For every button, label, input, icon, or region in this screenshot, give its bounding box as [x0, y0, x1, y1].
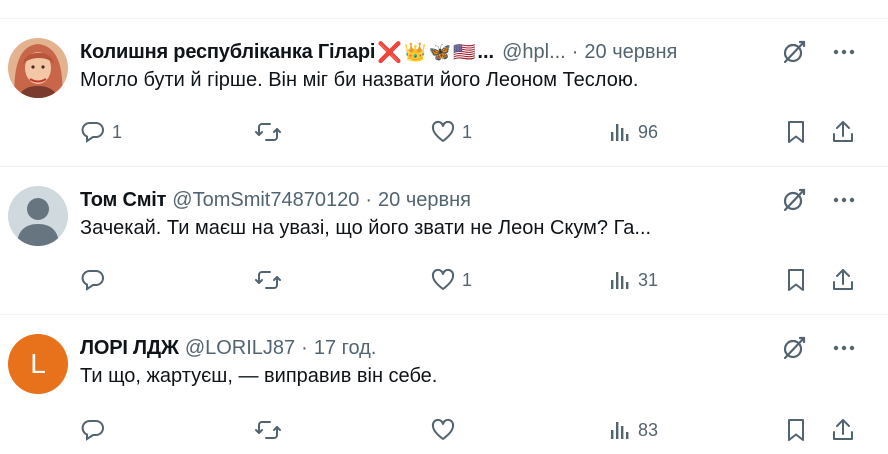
- view-count: 83: [638, 419, 659, 440]
- share-icon: [833, 269, 853, 290]
- share-button[interactable]: [830, 265, 856, 295]
- share-icon: [833, 121, 853, 142]
- views-icon: [611, 422, 629, 439]
- post-timestamp[interactable]: 20 червня: [378, 189, 471, 212]
- reply-count: 1: [112, 121, 123, 142]
- avatar[interactable]: [8, 38, 68, 98]
- like-button[interactable]: 1: [430, 265, 472, 295]
- more-icon[interactable]: [830, 334, 858, 362]
- like-icon: [431, 268, 455, 290]
- user-handle[interactable]: @LORILJ87: [185, 337, 295, 360]
- share-icon: [833, 419, 853, 440]
- post-text: Ти що, жартуєш, — виправив він себе.: [80, 365, 438, 387]
- bookmark-icon: [788, 419, 804, 441]
- display-name[interactable]: Том Сміт: [80, 189, 166, 212]
- post-divider: [0, 166, 888, 167]
- bookmark-icon: [788, 269, 804, 291]
- bookmark-button[interactable]: [784, 117, 808, 147]
- views-icon: [611, 272, 629, 289]
- reply-post[interactable]: Том Сміт @TomSmit74870120 · 20 червня За…: [0, 186, 888, 314]
- us-flag-emoji: 🇺🇸: [452, 41, 476, 62]
- separator-dot: ·: [571, 40, 579, 63]
- view-count: 31: [638, 269, 659, 290]
- like-button[interactable]: 1: [430, 117, 472, 147]
- post-timestamp[interactable]: 20 червня: [584, 41, 677, 64]
- separator-dot: ·: [365, 188, 373, 211]
- name-badges: ❌ 👑 🦋 🇺🇸 ...: [377, 40, 494, 65]
- separator-dot: ·: [301, 336, 308, 359]
- share-button[interactable]: [830, 415, 856, 445]
- repost-icon: [255, 271, 281, 289]
- grok-icon[interactable]: [780, 186, 808, 214]
- share-button[interactable]: [830, 117, 856, 147]
- action-bar: 1 31: [78, 265, 868, 295]
- like-icon: [431, 418, 455, 440]
- post-header: Колишня республіканка Гіларі ❌ 👑 🦋 🇺🇸 ..…: [80, 38, 780, 66]
- repost-icon: [255, 421, 281, 439]
- bookmark-button[interactable]: [784, 415, 808, 445]
- avatar[interactable]: [8, 186, 68, 246]
- reply-button[interactable]: [80, 265, 112, 295]
- crown-emoji: 👑: [404, 41, 427, 62]
- reply-icon: [81, 122, 104, 143]
- reply-icon: [81, 420, 104, 441]
- post-header-actions: [780, 38, 858, 66]
- avatar-letter: L: [30, 348, 46, 379]
- views-button[interactable]: 83: [608, 415, 658, 445]
- display-name[interactable]: Колишня республіканка Гіларі: [80, 41, 375, 64]
- views-button[interactable]: 96: [608, 117, 658, 147]
- reply-button[interactable]: 1: [80, 117, 122, 147]
- repost-icon: [255, 123, 281, 141]
- post-timestamp[interactable]: 17 год.: [314, 337, 377, 360]
- post-header-actions: [780, 186, 858, 214]
- like-icon: [431, 120, 455, 142]
- avatar[interactable]: L: [8, 334, 68, 394]
- post-text: Могло бути й гірше. Він міг би назвати й…: [80, 69, 639, 91]
- top-divider: [0, 18, 888, 19]
- post-text: Зачекай. Ти маєш на увазі, що його звати…: [80, 217, 652, 239]
- repost-button[interactable]: [254, 265, 288, 295]
- grok-icon[interactable]: [780, 334, 808, 362]
- user-handle[interactable]: @hpl...: [502, 41, 566, 64]
- post-header-actions: [780, 334, 858, 362]
- view-count: 96: [638, 121, 659, 142]
- more-icon[interactable]: [830, 186, 858, 214]
- like-button[interactable]: [430, 415, 462, 445]
- post-header: ЛОРІ ЛДЖ @LORILJ87 · 17 год.: [80, 334, 780, 362]
- views-icon: [611, 124, 629, 141]
- reply-post[interactable]: L ЛОРІ ЛДЖ @LORILJ87 · 17 год. Ти що, жа…: [0, 334, 888, 454]
- more-icon[interactable]: [830, 38, 858, 66]
- name-ellipsis: ...: [477, 40, 495, 63]
- views-button[interactable]: 31: [608, 265, 658, 295]
- repost-button[interactable]: [254, 117, 288, 147]
- reply-button[interactable]: [80, 415, 112, 445]
- display-name[interactable]: ЛОРІ ЛДЖ: [80, 337, 179, 360]
- cross-emoji: ❌: [377, 41, 403, 64]
- post-header: Том Сміт @TomSmit74870120 · 20 червня: [80, 186, 780, 214]
- action-bar: 83: [78, 415, 868, 445]
- butterfly-emoji: 🦋: [428, 41, 451, 62]
- like-count: 1: [462, 269, 473, 290]
- like-count: 1: [462, 121, 473, 142]
- repost-button[interactable]: [254, 415, 288, 445]
- reply-post[interactable]: Колишня республіканка Гіларі ❌ 👑 🦋 🇺🇸 ..…: [0, 38, 888, 166]
- reply-icon: [81, 270, 104, 291]
- grok-icon[interactable]: [780, 38, 808, 66]
- user-handle[interactable]: @TomSmit74870120: [172, 189, 359, 212]
- post-divider: [0, 314, 888, 315]
- bookmark-button[interactable]: [784, 265, 808, 295]
- bookmark-icon: [788, 121, 804, 143]
- action-bar: 1 1 96: [78, 117, 868, 147]
